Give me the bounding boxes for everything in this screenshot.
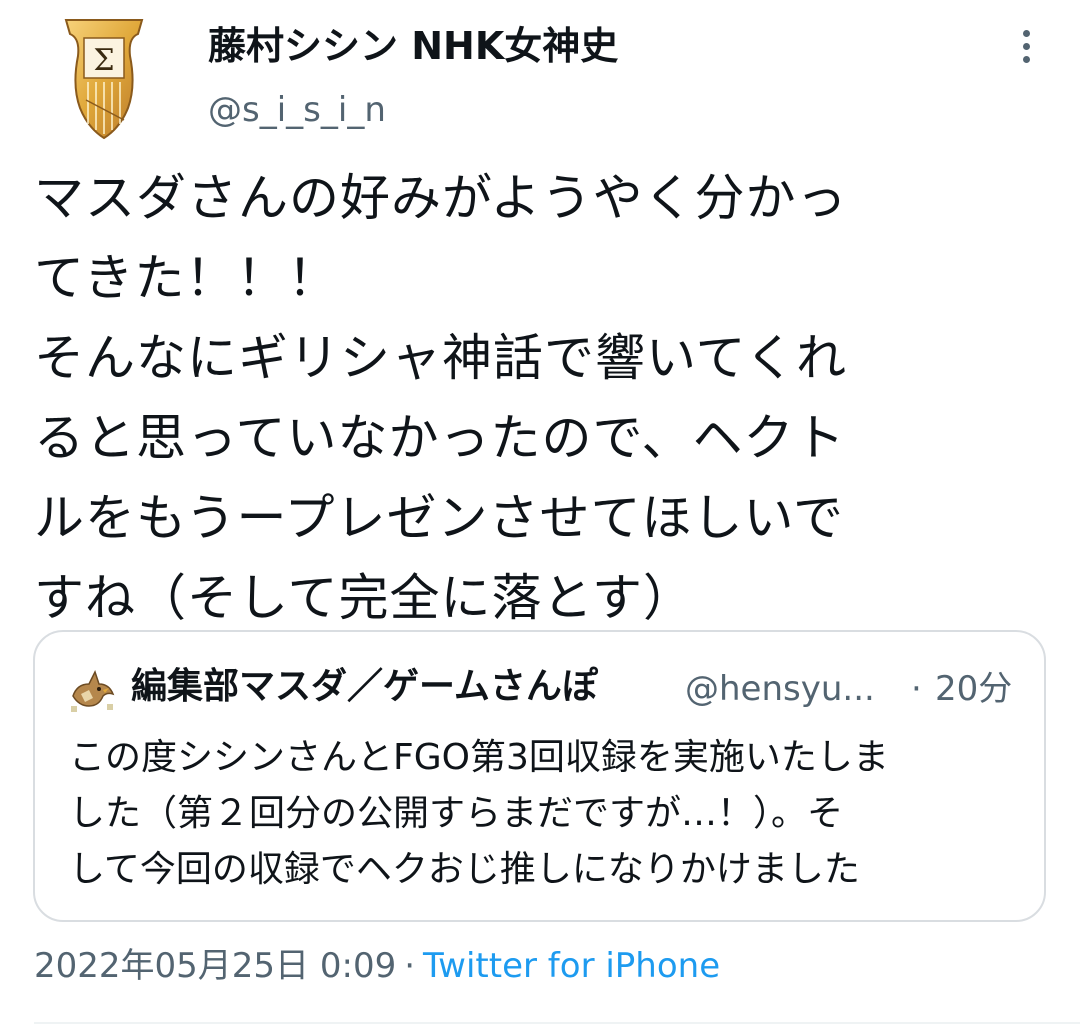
author-display-name[interactable]: 藤村シシン NHK女神史 [208, 22, 618, 70]
divider [34, 1022, 1080, 1024]
tweet-date[interactable]: 2022年05月25日 0:09 [34, 946, 396, 986]
quote-timestamp: 20分 [935, 669, 1013, 709]
tweet-source-link[interactable]: Twitter for iPhone [423, 946, 720, 986]
tweet-detail: Σ 藤村シシン NHK女神史 @s_i_s_i_n マスダさんの好みがようやく分… [0, 0, 1080, 1035]
lyre-sigma-avatar-icon: Σ [64, 19, 144, 140]
svg-text:Σ: Σ [93, 43, 114, 78]
tweet-meta: 2022年05月25日 0:09 · Twitter for iPhone [34, 942, 720, 990]
quote-author-handle: @hensyu... [685, 669, 875, 709]
meta-separator: · [404, 946, 416, 986]
quote-author-avatar [67, 662, 119, 714]
more-options-icon[interactable] [1014, 30, 1038, 70]
quote-tweet-card[interactable]: 編集部マスダ／ゲームさんぽ @hensyu... · 20分 この度シシンさんと… [33, 630, 1046, 922]
bird-avatar-icon [71, 670, 115, 712]
tweet-text: マスダさんの好みがようやく分かっ てきた！！！ そんなにギリシャ神話で響いてくれ… [34, 169, 848, 627]
quote-separator: · [911, 669, 922, 709]
quote-text: この度シシンさんとFGO第3回収録を実施いたしま した（第２回分の公開すらまだで… [69, 737, 889, 890]
quote-author-display-name: 編集部マスダ／ゲームさんぽ [131, 666, 598, 707]
author-handle[interactable]: @s_i_s_i_n [208, 88, 386, 132]
author-avatar[interactable]: Σ [58, 16, 150, 144]
